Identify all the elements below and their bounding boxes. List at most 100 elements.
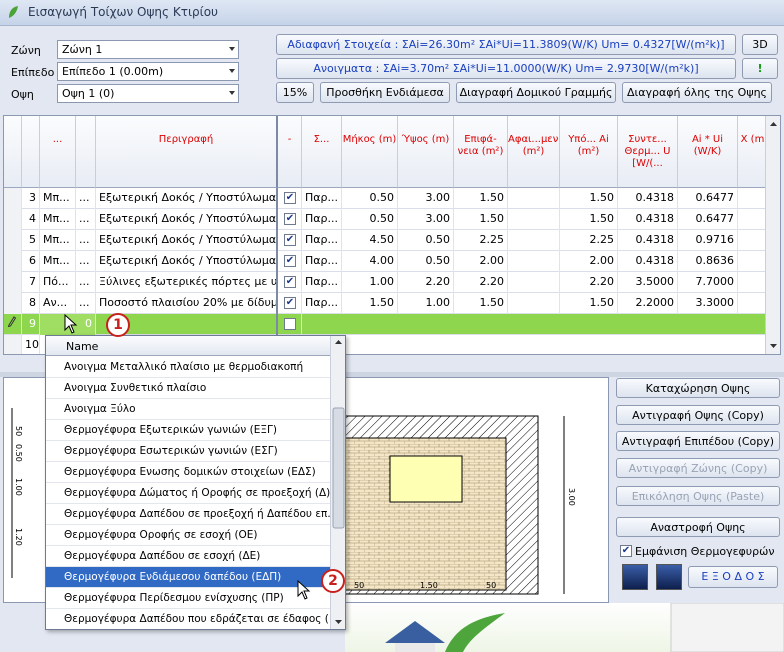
cell-sub[interactable] [508, 293, 560, 314]
cell-dots[interactable]: ... [76, 188, 96, 209]
cell-aiui[interactable]: 0.6477 [678, 209, 738, 230]
cell-num[interactable]: 7 [22, 272, 40, 293]
cell-rem[interactable]: 1.50 [560, 293, 618, 314]
cell-dots[interactable]: ... [76, 230, 96, 251]
cell-chk[interactable]: ✔ [278, 230, 302, 251]
dropdown-item[interactable]: Ανοιγμα Ξύλο [46, 399, 331, 420]
cell-h[interactable]: 2.20 [398, 272, 454, 293]
cell-desc[interactable]: Εξωτερική Δοκός / Υποστύλωμα / ... [96, 251, 278, 272]
cell-type[interactable]: Παρ... [302, 272, 342, 293]
grid-vertical-scrollbar[interactable] [765, 116, 780, 354]
cell-area[interactable]: 2.00 [454, 251, 508, 272]
clapper-icon[interactable] [656, 564, 682, 590]
row-checkbox[interactable]: ✔ [284, 297, 296, 309]
cell-code[interactable]: Μπ... [40, 209, 76, 230]
cell-len[interactable]: 0.50 [342, 188, 398, 209]
opaque-summary-button[interactable]: Αδιαφανή Στοιχεία : ΣAi=26.30m² ΣAi*Ui=1… [276, 34, 736, 55]
cell-u[interactable]: 3.5000 [618, 272, 678, 293]
cell-desc[interactable]: Ποσοστό πλαισίου 20% με δίδυμο ... [96, 293, 278, 314]
cell-code[interactable]: Μπ... [40, 188, 76, 209]
dropdown-item[interactable]: Ανοιγμα Συνθετικό πλαίσιο [46, 378, 331, 399]
row-checkbox[interactable]: ✔ [284, 234, 296, 246]
dropdown-item[interactable]: Θερμογέφυρα Δαπέδου σε εσοχή (ΔΕ) [46, 546, 331, 567]
dropdown-item[interactable]: Θερμογέφυρα Οροφής σε εσοχή (ΟΕ) [46, 525, 331, 546]
film-icon[interactable] [622, 564, 648, 590]
cell-code[interactable]: Μπ... [40, 230, 76, 251]
cell-dots[interactable]: ... [76, 272, 96, 293]
cell-chk[interactable]: ✔ [278, 251, 302, 272]
cell-h[interactable]: 0.50 [398, 230, 454, 251]
cell-sub[interactable] [508, 272, 560, 293]
cell-aiui[interactable]: 0.9716 [678, 230, 738, 251]
cell-area[interactable]: 1.50 [454, 209, 508, 230]
cell-u[interactable]: 0.4318 [618, 251, 678, 272]
header-type[interactable]: Σ... [302, 116, 342, 188]
cell-area[interactable]: 2.20 [454, 272, 508, 293]
row-checkbox[interactable]: ✔ [284, 255, 296, 267]
dropdown-item[interactable]: Θερμογέφυρα Εξωτερικών γωνιών (ΕΞΓ) [46, 420, 331, 441]
header-aiui[interactable]: Ai * Ui (W/K) [678, 116, 738, 188]
cell-code[interactable]: Πό... [40, 272, 76, 293]
cell-type[interactable]: Παρ... [302, 209, 342, 230]
row-checkbox[interactable]: ✔ [284, 276, 296, 288]
cell-num[interactable]: 8 [22, 293, 40, 314]
warning-button[interactable]: ! [742, 58, 778, 79]
header-x[interactable]: Χ (m [738, 116, 768, 188]
dropdown-item[interactable]: Θερμογέφυρα Ενωσης δομικών στοιχείων (ΕΔ… [46, 462, 331, 483]
cell-dots[interactable]: ... [76, 251, 96, 272]
row-selector[interactable] [4, 335, 22, 354]
cell-chk[interactable]: ✔ [278, 272, 302, 293]
cell-num[interactable]: 4 [22, 209, 40, 230]
row-selector[interactable] [4, 251, 22, 272]
cell-h[interactable]: 0.50 [398, 251, 454, 272]
header-description[interactable]: Περιγραφή [96, 116, 278, 188]
cell-type[interactable]: Παρ... [302, 230, 342, 251]
copy-zone-button[interactable]: Αντιγραφή Ζώνης (Copy) [616, 458, 780, 478]
table-row[interactable]: 3 Μπ...... Εξωτερική Δοκός / Υποστύλωμα / … [4, 188, 780, 209]
cell-dots[interactable]: ... [76, 293, 96, 314]
add-intermediate-button[interactable]: Προσθήκη Ενδιάμεσα [320, 82, 450, 103]
cell-len[interactable]: 1.00 [342, 272, 398, 293]
cell-u[interactable]: 0.4318 [618, 230, 678, 251]
cell-len[interactable]: 4.50 [342, 230, 398, 251]
row-checkbox[interactable]: ✔ [284, 213, 296, 225]
dropdown-item[interactable]: Θερμογέφυρα Περίδεσμου ενίσχυσης (ΠΡ) [46, 588, 331, 609]
table-row[interactable]: 7 Πό...... Ξύλινες εξωτερικές πόρτες με υα… [4, 272, 780, 293]
chevron-down-icon[interactable] [229, 91, 235, 95]
view-select[interactable]: Οψη 1 (0) [57, 84, 239, 103]
table-row[interactable]: 6 Μπ...... Εξωτερική Δοκός / Υποστύλωμα / … [4, 251, 780, 272]
cell-desc[interactable]: Εξωτερική Δοκός / Υποστύλωμα / ... [96, 230, 278, 251]
dropdown-item[interactable]: Θερμογέφυρα Δαπέδου σε προεξοχή ή Δαπέδο… [46, 504, 331, 525]
save-view-button[interactable]: Καταχώρηση Οψης [616, 378, 780, 398]
cell-rem[interactable]: 1.50 [560, 188, 618, 209]
cell-num[interactable]: 5 [22, 230, 40, 251]
cell-type[interactable]: Παρ... [302, 293, 342, 314]
row-selector[interactable] [4, 188, 22, 209]
cell-num[interactable]: 3 [22, 188, 40, 209]
header-check[interactable]: - [278, 116, 302, 188]
cell-num[interactable]: 6 [22, 251, 40, 272]
header-subtracted[interactable]: Αφαι...μενη (m²) [508, 116, 560, 188]
copy-level-button[interactable]: Αντιγραφή Επιπέδου (Copy) [616, 431, 780, 451]
scroll-arrows-icon[interactable] [766, 116, 781, 354]
dropdown-item[interactable]: Θερμογέφυρα Εσωτερικών γωνιών (ΕΣΓ) [46, 441, 331, 462]
cell-area[interactable]: 1.50 [454, 188, 508, 209]
cell-u[interactable]: 2.2000 [618, 293, 678, 314]
copy-view-button[interactable]: Αντιγραφή Οψης (Copy) [616, 405, 780, 425]
row-selector[interactable] [4, 272, 22, 293]
table-row[interactable]: 4 Μπ...... Εξωτερική Δοκός / Υποστύλωμα / … [4, 209, 780, 230]
cell-aiui[interactable]: 0.8636 [678, 251, 738, 272]
cell-desc[interactable]: Ξύλινες εξωτερικές πόρτες με υα... [96, 272, 278, 293]
cell-rem[interactable]: 2.25 [560, 230, 618, 251]
cell-len[interactable]: 0.50 [342, 209, 398, 230]
cell-chk[interactable]: ✔ [278, 188, 302, 209]
cell-h[interactable]: 3.00 [398, 209, 454, 230]
cell-h[interactable]: 1.00 [398, 293, 454, 314]
cell-area[interactable]: 1.50 [454, 293, 508, 314]
edit-row-check-cell[interactable] [278, 314, 302, 335]
header-u[interactable]: Συντε... Θερμ... U [W/(... [618, 116, 678, 188]
header-height[interactable]: Ύψος (m) [398, 116, 454, 188]
edit-row-checkbox[interactable] [284, 318, 296, 330]
cell-desc[interactable]: Εξωτερική Δοκός / Υποστύλωμα / ... [96, 209, 278, 230]
cell-rem[interactable]: 2.20 [560, 272, 618, 293]
